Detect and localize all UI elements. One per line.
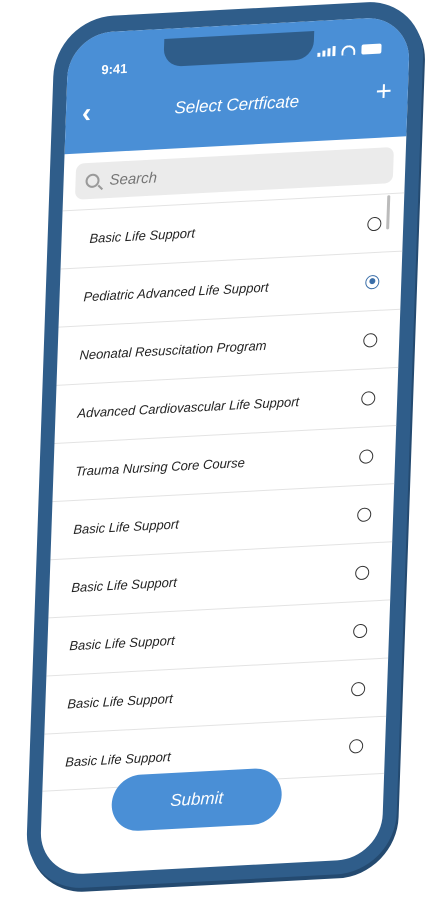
- radio-button[interactable]: [354, 564, 370, 580]
- radio-button[interactable]: [348, 738, 364, 754]
- radio-button-selected[interactable]: [365, 274, 380, 290]
- list-item-label: Advanced Cardiovascular Life Support: [77, 394, 300, 421]
- radio-button[interactable]: [361, 390, 376, 406]
- search-icon: [85, 173, 100, 189]
- status-time: 9:41: [101, 60, 128, 78]
- radio-button[interactable]: [352, 623, 368, 638]
- plus-icon: +: [375, 74, 393, 107]
- list-item-label: Neonatal Resuscitation Program: [79, 337, 267, 363]
- status-icons: [317, 43, 382, 57]
- scene: 9:41 ‹ Select Certficate + Search Basic …: [0, 0, 446, 902]
- list-item-label: Basic Life Support: [67, 690, 174, 712]
- list-item-label: Basic Life Support: [73, 516, 180, 538]
- radio-button[interactable]: [367, 216, 382, 231]
- submit-button[interactable]: Submit: [110, 767, 283, 833]
- page-title: Select Certficate: [174, 91, 300, 118]
- list-item-label: Pediatric Advanced Life Support: [83, 279, 269, 305]
- wifi-icon: [341, 44, 356, 56]
- list-item-label: Trauma Nursing Core Course: [75, 454, 246, 479]
- radio-button[interactable]: [363, 332, 378, 348]
- radio-button[interactable]: [350, 681, 366, 697]
- battery-icon: [361, 43, 382, 55]
- phone-mockup: 9:41 ‹ Select Certficate + Search Basic …: [24, 0, 426, 891]
- list-item-label: Basic Life Support: [71, 574, 178, 596]
- radio-button[interactable]: [357, 506, 372, 522]
- signal-icon: [317, 45, 336, 57]
- add-button[interactable]: +: [375, 74, 393, 107]
- list-item-label: Basic Life Support: [89, 225, 196, 247]
- list-item-label: Basic Life Support: [69, 632, 176, 654]
- search-input[interactable]: [107, 159, 312, 190]
- phone-screen: 9:41 ‹ Select Certficate + Search Basic …: [39, 15, 411, 877]
- search-bar[interactable]: [74, 146, 394, 200]
- certificate-list: Basic Life Support Pediatric Advanced Li…: [42, 192, 405, 792]
- list-item-label: Basic Life Support: [65, 748, 172, 770]
- radio-button[interactable]: [359, 448, 374, 464]
